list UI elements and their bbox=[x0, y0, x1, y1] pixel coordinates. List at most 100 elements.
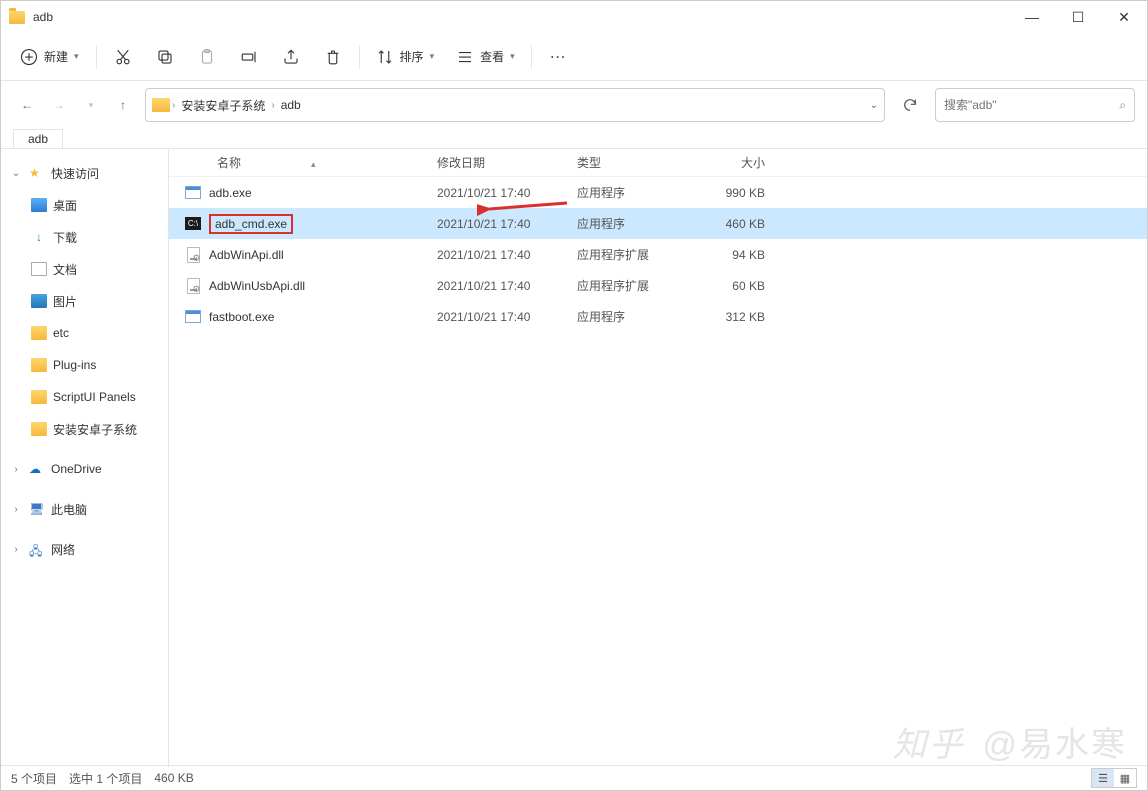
file-row[interactable]: AdbWinUsbApi.dll2021/10/21 17:40应用程序扩展60… bbox=[169, 270, 1147, 301]
sidebar-item-label: 文档 bbox=[53, 261, 77, 278]
delete-button[interactable] bbox=[313, 39, 353, 75]
file-size: 60 KB bbox=[697, 279, 765, 293]
exe-icon bbox=[185, 186, 201, 199]
sidebar-pictures[interactable]: 图片 bbox=[1, 285, 168, 317]
search-box[interactable]: ⌕ bbox=[935, 88, 1135, 122]
toolbar: 新建 ▾ 排序 ▾ 查看 ▾ ⋯ bbox=[1, 33, 1147, 81]
paste-icon bbox=[198, 48, 216, 66]
cloud-icon: ☁ bbox=[29, 462, 45, 476]
tab-current[interactable]: adb bbox=[13, 129, 63, 148]
forward-button[interactable]: → bbox=[45, 91, 73, 119]
sidebar-quick-access[interactable]: ⌄ ★ 快速访问 bbox=[1, 157, 168, 189]
file-date: 2021/10/21 17:40 bbox=[437, 279, 577, 293]
sort-button[interactable]: 排序 ▾ bbox=[366, 42, 445, 72]
sidebar-downloads[interactable]: ↓ 下载 bbox=[1, 221, 168, 253]
chevron-right-icon: › bbox=[9, 504, 23, 515]
sidebar-etc[interactable]: etc bbox=[1, 317, 168, 349]
file-row[interactable]: fastboot.exe2021/10/21 17:40应用程序312 KB bbox=[169, 301, 1147, 332]
column-name[interactable]: 名称▴ bbox=[177, 154, 437, 171]
sidebar-android[interactable]: 安装安卓子系统 bbox=[1, 413, 168, 445]
sidebar-scriptui[interactable]: ScriptUI Panels bbox=[1, 381, 168, 413]
file-row[interactable]: adb.exe2021/10/21 17:40应用程序990 KB bbox=[169, 177, 1147, 208]
file-row[interactable]: C:\adb_cmd.exe2021/10/21 17:40应用程序460 KB bbox=[169, 208, 1147, 239]
view-icon bbox=[456, 48, 474, 66]
copy-button[interactable] bbox=[145, 39, 185, 75]
new-button[interactable]: 新建 ▾ bbox=[9, 41, 90, 73]
titlebar: adb — ☐ ✕ bbox=[1, 1, 1147, 33]
sidebar: ⌄ ★ 快速访问 桌面 ↓ 下载 文档 图片 etc Plug-ins bbox=[1, 149, 169, 767]
sidebar-item-label: 图片 bbox=[53, 293, 77, 310]
sidebar-item-label: 此电脑 bbox=[51, 501, 87, 518]
chevron-right-icon: › bbox=[9, 544, 23, 555]
breadcrumb-item[interactable]: adb bbox=[275, 94, 307, 116]
search-input[interactable] bbox=[944, 98, 1119, 112]
sidebar-desktop[interactable]: 桌面 bbox=[1, 189, 168, 221]
folder-icon bbox=[31, 422, 47, 436]
file-list: 名称▴ 修改日期 类型 大小 adb.exe2021/10/21 17:40应用… bbox=[169, 149, 1147, 767]
network-icon: 🖧 bbox=[29, 542, 45, 556]
minimize-button[interactable]: — bbox=[1009, 1, 1055, 33]
window-title: adb bbox=[33, 10, 53, 24]
recent-dropdown[interactable]: ▾ bbox=[77, 91, 105, 119]
paste-button[interactable] bbox=[187, 39, 227, 75]
view-label: 查看 bbox=[480, 48, 504, 65]
cut-button[interactable] bbox=[103, 39, 143, 75]
chevron-down-icon[interactable]: ⌄ bbox=[870, 100, 878, 111]
back-button[interactable]: ← bbox=[13, 91, 41, 119]
address-bar[interactable]: › 安装安卓子系统 › adb ⌄ bbox=[145, 88, 885, 122]
sidebar-network[interactable]: › 🖧 网络 bbox=[1, 533, 168, 565]
sidebar-thispc[interactable]: › 🖥 此电脑 bbox=[1, 493, 168, 525]
sidebar-documents[interactable]: 文档 bbox=[1, 253, 168, 285]
breadcrumb-item[interactable]: 安装安卓子系统 bbox=[175, 93, 271, 118]
share-icon bbox=[282, 48, 300, 66]
view-icons-button[interactable]: ▦ bbox=[1114, 769, 1136, 787]
sidebar-item-label: Plug-ins bbox=[53, 358, 96, 372]
sidebar-item-label: 桌面 bbox=[53, 197, 77, 214]
folder-icon bbox=[31, 390, 47, 404]
sort-asc-icon: ▴ bbox=[311, 159, 316, 169]
sidebar-onedrive[interactable]: › ☁ OneDrive bbox=[1, 453, 168, 485]
chevron-down-icon: ▾ bbox=[510, 51, 515, 62]
more-button[interactable]: ⋯ bbox=[538, 39, 578, 75]
refresh-button[interactable] bbox=[893, 88, 927, 122]
file-name: adb.exe bbox=[209, 186, 252, 200]
file-size: 990 KB bbox=[697, 186, 765, 200]
statusbar: 5 个项目 选中 1 个项目 460 KB ☰ ▦ bbox=[1, 765, 1147, 790]
document-icon bbox=[31, 262, 47, 276]
share-button[interactable] bbox=[271, 39, 311, 75]
maximize-button[interactable]: ☐ bbox=[1055, 1, 1101, 33]
column-size[interactable]: 大小 bbox=[697, 154, 765, 171]
copy-icon bbox=[156, 48, 174, 66]
chevron-down-icon: ⌄ bbox=[9, 168, 23, 179]
sidebar-item-label: 下载 bbox=[53, 229, 77, 246]
exe-icon bbox=[185, 310, 201, 323]
file-date: 2021/10/21 17:40 bbox=[437, 310, 577, 324]
file-date: 2021/10/21 17:40 bbox=[437, 186, 577, 200]
file-name: AdbWinUsbApi.dll bbox=[209, 279, 305, 293]
status-selection: 选中 1 个项目 bbox=[69, 770, 142, 787]
file-row[interactable]: AdbWinApi.dll2021/10/21 17:40应用程序扩展94 KB bbox=[169, 239, 1147, 270]
column-date[interactable]: 修改日期 bbox=[437, 154, 577, 171]
folder-icon bbox=[152, 98, 170, 112]
download-icon: ↓ bbox=[31, 230, 47, 244]
file-date: 2021/10/21 17:40 bbox=[437, 217, 577, 231]
cut-icon bbox=[114, 48, 132, 66]
sidebar-item-label: 网络 bbox=[51, 541, 75, 558]
view-details-button[interactable]: ☰ bbox=[1092, 769, 1114, 787]
nav-row: ← → ▾ ↑ › 安装安卓子系统 › adb ⌄ ⌕ bbox=[1, 81, 1147, 129]
sidebar-plugins[interactable]: Plug-ins bbox=[1, 349, 168, 381]
column-type[interactable]: 类型 bbox=[577, 154, 697, 171]
close-button[interactable]: ✕ bbox=[1101, 1, 1147, 33]
sidebar-item-label: 快速访问 bbox=[51, 165, 99, 182]
up-button[interactable]: ↑ bbox=[109, 91, 137, 119]
file-name: adb_cmd.exe bbox=[209, 214, 293, 234]
cmd-icon: C:\ bbox=[185, 217, 201, 230]
view-button[interactable]: 查看 ▾ bbox=[446, 42, 525, 72]
status-size: 460 KB bbox=[154, 771, 193, 785]
sort-label: 排序 bbox=[400, 48, 424, 65]
rename-button[interactable] bbox=[229, 39, 269, 75]
file-type: 应用程序 bbox=[577, 308, 697, 325]
picture-icon bbox=[31, 294, 47, 308]
chevron-down-icon: ▾ bbox=[430, 51, 435, 62]
dll-icon bbox=[187, 278, 200, 294]
